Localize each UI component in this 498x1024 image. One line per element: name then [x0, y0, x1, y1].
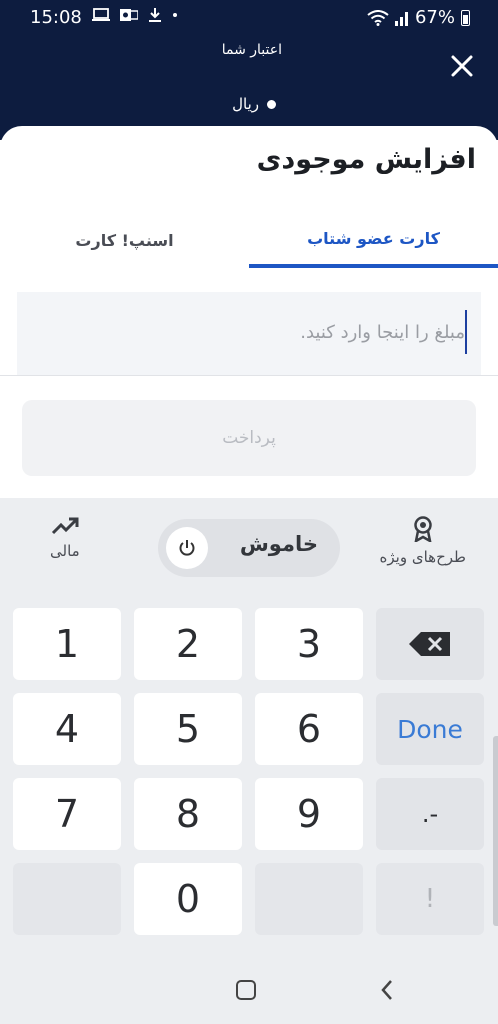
download-icon	[149, 8, 161, 22]
key-9[interactable]: 9	[255, 778, 363, 850]
battery-percent: 67%	[414, 7, 455, 28]
key-5[interactable]: 5	[134, 693, 242, 765]
status-notification-icons	[92, 7, 178, 23]
award-icon	[414, 516, 432, 542]
edge-panel-handle[interactable]	[493, 736, 498, 926]
key-4[interactable]: 4	[13, 693, 121, 765]
battery-icon	[461, 9, 470, 26]
wifi-icon	[367, 9, 389, 26]
divider	[0, 375, 498, 376]
key-0[interactable]: 0	[134, 863, 242, 935]
key-3[interactable]: 3	[255, 608, 363, 680]
tab-shetab-card[interactable]: کارت عضو شتاب	[249, 212, 498, 268]
keyboard-toolbar: مالی خاموش طرح‌های ویژه	[0, 498, 498, 598]
home-icon[interactable]	[236, 980, 256, 1000]
blank-key-left	[13, 863, 121, 935]
status-time: 15:08	[30, 7, 82, 28]
currency-label: ریال	[232, 95, 259, 113]
special-offers-button[interactable]: طرح‌های ویژه	[380, 516, 466, 566]
dot-icon	[173, 13, 177, 17]
outlook-icon	[120, 9, 138, 21]
special-offers-label: طرح‌های ویژه	[379, 548, 466, 566]
done-key[interactable]: Done	[376, 693, 484, 765]
backspace-key[interactable]	[376, 608, 484, 680]
tab-snapp-card[interactable]: اسنپ! کارت	[0, 212, 249, 268]
close-icon[interactable]	[448, 52, 476, 80]
pay-button[interactable]: پرداخت	[22, 400, 476, 476]
finance-button[interactable]: مالی	[50, 516, 80, 560]
status-bar: 15:08 67%	[0, 0, 498, 34]
sheet-title: افزایش موجودی	[256, 144, 476, 175]
currency-radio-icon	[267, 99, 276, 109]
back-icon[interactable]	[377, 975, 397, 1005]
navigation-bar	[0, 955, 498, 1024]
amount-field[interactable]	[17, 292, 481, 376]
trending-up-icon	[51, 517, 79, 535]
dot-minus-key[interactable]: .-	[376, 778, 484, 850]
key-6[interactable]: 6	[255, 693, 363, 765]
finance-label: مالی	[50, 542, 80, 560]
backspace-icon	[409, 632, 450, 656]
currency-selector[interactable]: ریال	[232, 95, 276, 113]
key-8[interactable]: 8	[134, 778, 242, 850]
credit-label: اعتبار شما	[221, 42, 282, 58]
header: 15:08 67% اعتبار شما ریال	[0, 0, 498, 140]
numeric-keyboard: 1 2 3 4 5 6 Done 7 8 9 .- 0 !	[0, 598, 498, 955]
payment-tabs: کارت عضو شتاب اسنپ! کارت	[0, 212, 498, 268]
signal-icon	[394, 11, 408, 26]
blank-key-right	[255, 863, 363, 935]
toggle-label: خاموش	[239, 532, 318, 556]
key-1[interactable]: 1	[13, 608, 121, 680]
exclamation-key[interactable]: !	[376, 863, 484, 935]
key-2[interactable]: 2	[134, 608, 242, 680]
power-icon	[179, 540, 195, 556]
toggle-knob	[166, 527, 208, 569]
laptop-icon	[92, 8, 110, 21]
top-up-sheet: افزایش موجودی کارت عضو شتاب اسنپ! کارت پ…	[0, 126, 498, 498]
status-system-icons: 67%	[367, 7, 470, 28]
key-7[interactable]: 7	[13, 778, 121, 850]
power-toggle[interactable]: خاموش	[158, 519, 340, 577]
amount-input[interactable]	[37, 310, 467, 354]
